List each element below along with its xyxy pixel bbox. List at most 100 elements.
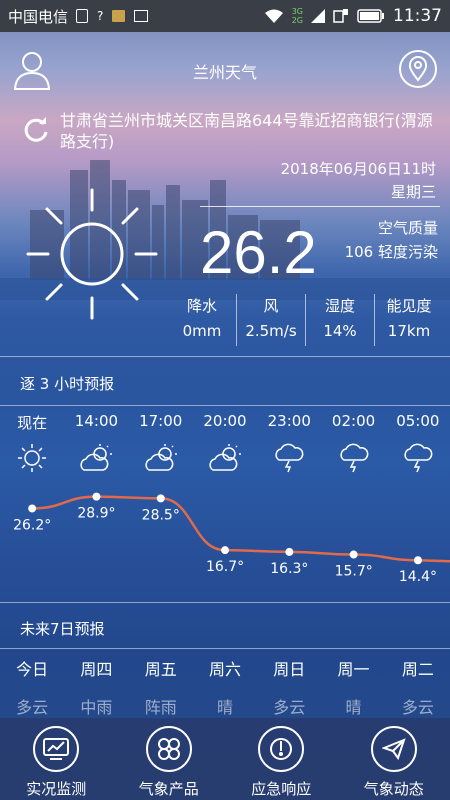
day-condition: 阵雨 [144, 698, 177, 717]
top-bar: 兰州天气 [0, 45, 450, 93]
day-label[interactable]: 周日 [257, 656, 321, 680]
day-condition: 多云 [16, 698, 49, 717]
hourly-temperature-trend: 26.2° 28.9° 28.5° 16.7° 16.3° 15.7° 14.4° [13, 492, 450, 585]
metric-label: 湿度 [324, 297, 355, 315]
weekly-days: 今日 周四 周五 周六 周日 周一 周二 [0, 656, 450, 680]
temperature-point [349, 550, 358, 559]
day-condition: 晴 [345, 698, 362, 717]
signal-icon [311, 9, 325, 23]
day-condition: 中雨 [80, 698, 113, 717]
temperature-point [28, 504, 37, 513]
bottom-navigation: 实况监测 气象产品 应急响应 气象动态 [0, 718, 450, 800]
date-label: 2018年06月06日11时 [280, 160, 436, 178]
nav-label: 气象产品 [138, 780, 199, 798]
day-condition: 多云 [273, 698, 306, 717]
wifi-icon [264, 9, 283, 23]
partly-cloudy-icon [64, 443, 128, 473]
mail-notification-icon [134, 10, 149, 22]
weekly-conditions: 多云 中雨 阵雨 晴 多云 晴 多云 [0, 694, 450, 718]
signal-2-icon [333, 9, 348, 23]
wifi-call-icon: ? [97, 9, 104, 23]
network-3g-label: 3G [291, 7, 303, 16]
metric-value: 17km [387, 322, 431, 340]
hour-label: 23:00 [267, 412, 311, 430]
current-temperature: 26.2 [200, 219, 317, 286]
nav-emergency-response[interactable]: 应急响应 [225, 718, 338, 800]
temperature-point [285, 547, 294, 556]
divider [0, 648, 450, 649]
weekday-label: 星期三 [390, 183, 436, 201]
air-quality-value: 106 轻度污染 [344, 243, 438, 261]
sim-icon [76, 9, 89, 23]
divider [0, 356, 450, 357]
temperature-point-label: 26.2° [13, 517, 51, 533]
metric-label: 风 [263, 297, 279, 315]
nav-label: 实况监测 [26, 780, 87, 798]
thunder-rain-icon [321, 443, 385, 473]
day-label[interactable]: 周六 [193, 656, 257, 680]
temperature-point [92, 492, 101, 501]
refresh-icon[interactable] [20, 116, 52, 144]
day-condition: 晴 [216, 698, 233, 717]
temperature-point-label: 28.9° [77, 506, 115, 522]
temperature-point-label: 16.3° [270, 561, 308, 577]
page-title: 兰州天气 [192, 63, 257, 82]
partly-cloudy-icon [193, 443, 257, 473]
hour-label: 05:00 [396, 412, 440, 430]
hourly-icons [0, 443, 450, 473]
divider [200, 206, 440, 207]
battery-icon [357, 9, 384, 23]
image-notification-icon [112, 10, 126, 22]
temperature-point [156, 494, 165, 503]
nav-label: 气象动态 [363, 780, 424, 798]
network-type: 3G 2G [292, 7, 303, 25]
nav-weather-news[interactable]: 气象动态 [338, 718, 450, 800]
hour-label: 14:00 [74, 412, 119, 430]
hour-label: 20:00 [203, 412, 247, 430]
metric-label: 能见度 [386, 297, 432, 315]
nav-live-monitoring[interactable]: 实况监测 [0, 718, 113, 800]
address-text: 甘肃省兰州市城关区南昌路644号靠近招商银行(渭源路支行) [60, 111, 433, 151]
sun-icon [0, 443, 64, 473]
day-label[interactable]: 周五 [129, 656, 193, 680]
air-quality-label: 空气质量 [377, 219, 438, 237]
grid-petals-icon [145, 726, 192, 772]
divider [0, 405, 450, 406]
metric-wind: 风 2.5m/s [236, 294, 305, 346]
hour-label: 17:00 [139, 412, 183, 430]
divider [0, 602, 450, 603]
location-pin-icon[interactable] [398, 49, 438, 89]
hourly-times: 现在 14:00 17:00 20:00 23:00 02:00 05:00 [0, 412, 450, 433]
carrier-label: 中国电信 [8, 7, 69, 26]
weather-metrics: 降水 0mm 风 2.5m/s 湿度 14% 能见度 17km [168, 294, 443, 346]
metric-humidity: 湿度 14% [305, 294, 374, 346]
day-label[interactable]: 周四 [64, 656, 128, 680]
metric-label: 降水 [186, 297, 217, 315]
nav-label: 应急响应 [251, 780, 312, 798]
day-label[interactable]: 今日 [0, 656, 64, 680]
metric-precipitation: 降水 0mm [168, 294, 236, 346]
metric-value: 0mm [182, 322, 222, 340]
metric-value: 14% [323, 322, 357, 340]
sun-icon [26, 188, 158, 320]
day-condition: 多云 [401, 698, 434, 717]
day-label[interactable]: 周一 [321, 656, 385, 680]
metric-value: 2.5m/s [245, 322, 297, 340]
temperature-point [413, 556, 422, 565]
current-datetime: 2018年06月06日11时 星期三 [281, 158, 436, 204]
day-label[interactable]: 周二 [386, 656, 450, 680]
paper-plane-icon [370, 726, 417, 772]
temperature-point-label: 14.4° [399, 569, 437, 585]
temperature-point [221, 546, 230, 555]
hour-label: 02:00 [331, 412, 376, 430]
metric-visibility: 能见度 17km [374, 294, 443, 346]
thunder-rain-icon [386, 443, 450, 473]
nav-weather-products[interactable]: 气象产品 [113, 718, 226, 800]
hour-label: 现在 [17, 414, 48, 432]
weekly-section-title: 未来7日预报 [20, 620, 105, 638]
thunder-rain-icon [257, 443, 321, 473]
network-2g-label: 2G [291, 16, 303, 25]
chart-monitor-icon [33, 726, 80, 772]
temperature-point-label: 15.7° [335, 564, 373, 580]
hourly-section-title: 逐 3 小时预报 [20, 375, 115, 393]
